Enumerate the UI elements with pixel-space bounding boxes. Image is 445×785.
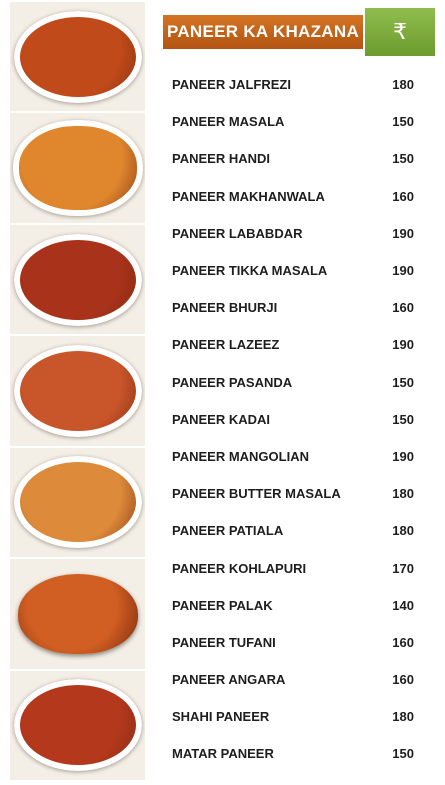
menu-item-name: MATAR PANEER	[172, 746, 274, 762]
menu-item-price: 160	[392, 188, 414, 204]
menu-item-price: 170	[392, 560, 414, 576]
menu-item: PANEER LAZEEZ 190	[172, 326, 414, 363]
menu-item: PANEER LABABDAR 190	[172, 215, 414, 252]
menu-item-name: PANEER MAKHANWALA	[172, 188, 325, 204]
menu-item-name: PANEER JALFREZI	[172, 77, 291, 93]
food-photo	[10, 670, 145, 780]
paneer-curry-copper-bowl-photo	[17, 573, 138, 654]
menu-item-name: PANEER TIKKA MASALA	[172, 263, 328, 279]
menu-item: PANEER TIKKA MASALA 190	[172, 252, 414, 289]
menu-item: PANEER MASALA 150	[172, 103, 414, 140]
kadai-paneer-photo	[13, 344, 142, 437]
menu-item-price: 190	[392, 225, 414, 241]
menu-item: PANEER TUFANI 160	[172, 624, 414, 661]
menu-item: PANEER HANDI 150	[172, 140, 414, 177]
menu-item-price: 160	[392, 300, 414, 316]
menu-item-price: 180	[392, 486, 414, 502]
rupee-icon: ₹	[393, 19, 407, 44]
paneer-with-onion-rings-photo	[13, 679, 142, 772]
menu-item: PANEER PALAK 140	[172, 587, 414, 624]
menu-list: PANEER JALFREZI 180 PANEER MASALA 150 PANEER…	[172, 66, 414, 773]
menu-item-price: 190	[392, 263, 414, 279]
menu-item-name: PANEER HANDI	[172, 151, 270, 167]
menu-item-name: SHAHI PANEER	[172, 709, 270, 725]
menu-item: PANEER ANGARA 160	[172, 661, 414, 698]
menu-item: PANEER BHURJI 160	[172, 289, 414, 326]
menu-item-name: PANEER PATIALA	[172, 523, 284, 539]
menu-item-price: 180	[392, 77, 414, 93]
food-photo	[10, 336, 145, 446]
menu-item-name: PANEER MANGOLIAN	[172, 448, 309, 464]
menu-item-name: PANEER PASANDA	[172, 374, 293, 390]
paneer-curry-bowl-photo	[13, 456, 142, 549]
menu-item: PANEER BUTTER MASALA 180	[172, 475, 414, 512]
food-photo-strip	[10, 2, 145, 780]
menu-item: PANEER MANGOLIAN 190	[172, 438, 414, 475]
menu-item: PANEER KADAI 150	[172, 401, 414, 438]
menu-item-price: 180	[392, 523, 414, 539]
menu-item-name: PANEER BUTTER MASALA	[172, 486, 341, 502]
menu-item: SHAHI PANEER 180	[172, 698, 414, 735]
paneer-masala-triangles-photo	[12, 120, 143, 217]
menu-item: PANEER PATIALA 180	[172, 512, 414, 549]
menu-item: PANEER PASANDA 150	[172, 364, 414, 401]
menu-item-name: PANEER BHURJI	[172, 300, 278, 316]
price-column-header: ₹	[365, 8, 435, 56]
menu-item: MATAR PANEER 150	[172, 735, 414, 772]
menu-item-name: PANEER TUFANI	[172, 634, 276, 650]
menu-item-name: PANEER KADAI	[172, 411, 270, 427]
menu-item-name: PANEER LAZEEZ	[172, 337, 280, 353]
menu-item-price: 150	[392, 746, 414, 762]
menu-item: PANEER MAKHANWALA 160	[172, 178, 414, 215]
menu-item-price: 190	[392, 337, 414, 353]
stir-fried-paneer-photo	[13, 10, 142, 103]
menu-item-price: 150	[392, 114, 414, 130]
menu-item: PANEER KOHLAPURI 170	[172, 549, 414, 586]
menu-item: PANEER JALFREZI 180	[172, 66, 414, 103]
food-photo	[10, 113, 145, 223]
chilli-paneer-photo	[13, 233, 142, 326]
menu-item-price: 180	[392, 709, 414, 725]
food-photo	[10, 224, 145, 335]
menu-item-price: 190	[392, 448, 414, 464]
menu-title: PANEER KA KHAZANA	[166, 22, 360, 41]
menu-item-name: PANEER LABABDAR	[172, 225, 303, 241]
food-photo	[10, 447, 145, 558]
menu-item-price: 160	[392, 634, 414, 650]
menu-item-name: PANEER PALAK	[172, 597, 273, 613]
menu-item-price: 150	[392, 374, 414, 390]
menu-title-banner: PANEER KA KHAZANA	[163, 15, 363, 49]
menu-item-price: 160	[392, 672, 414, 688]
food-photo	[10, 559, 145, 669]
menu-item-name: PANEER KOHLAPURI	[172, 560, 307, 576]
menu-item-price: 150	[392, 151, 414, 167]
menu-item-price: 150	[392, 411, 414, 427]
menu-item-price: 140	[392, 597, 414, 613]
menu-item-name: PANEER MASALA	[172, 114, 285, 130]
food-photo	[10, 2, 145, 112]
menu-item-name: PANEER ANGARA	[172, 672, 286, 688]
